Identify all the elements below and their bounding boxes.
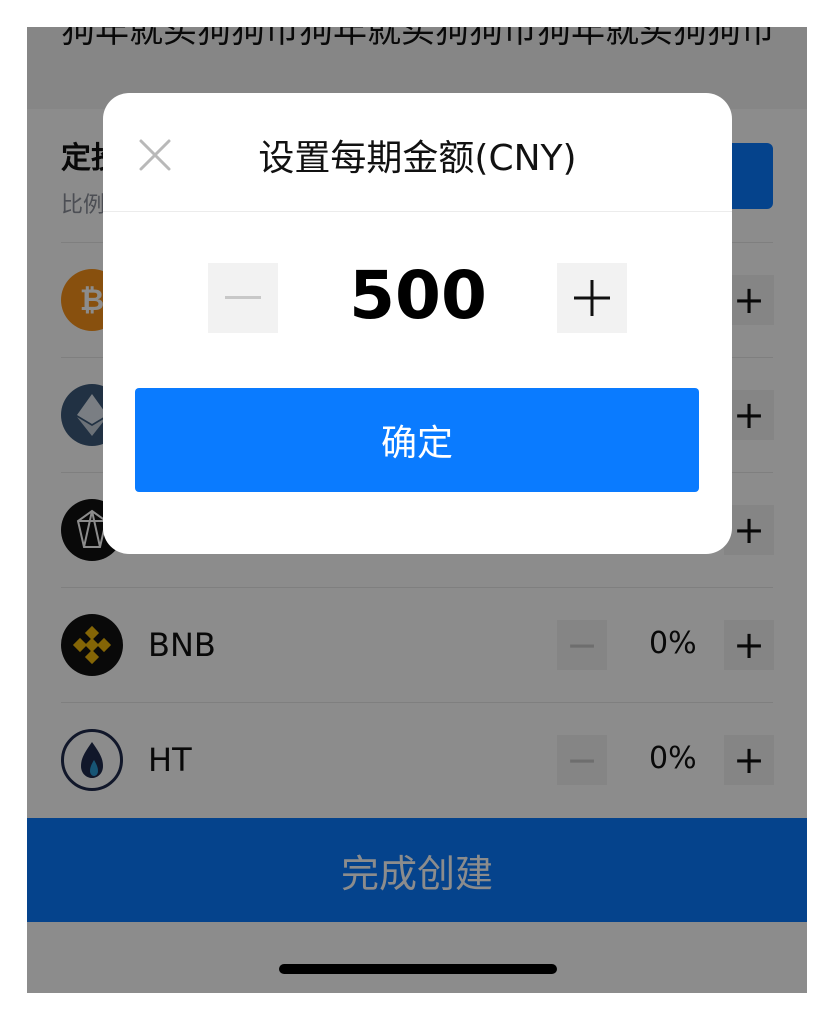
phone-screen: 狗年就买狗狗币狗年就买狗狗币狗年就买狗狗币 定投 比例 ₿ + + + BNB …: [27, 27, 807, 993]
modal-header: 设置每期金额(CNY): [103, 93, 732, 212]
minus-icon: [225, 296, 261, 299]
confirm-button[interactable]: 确定: [135, 388, 699, 492]
plus-icon: [574, 280, 610, 316]
decrease-amount-button[interactable]: [208, 263, 278, 333]
increase-amount-button[interactable]: [557, 263, 627, 333]
amount-modal: 设置每期金额(CNY) 500 确定: [103, 93, 732, 554]
amount-value[interactable]: 500: [283, 257, 553, 334]
modal-title: 设置每期金额(CNY): [258, 138, 577, 179]
